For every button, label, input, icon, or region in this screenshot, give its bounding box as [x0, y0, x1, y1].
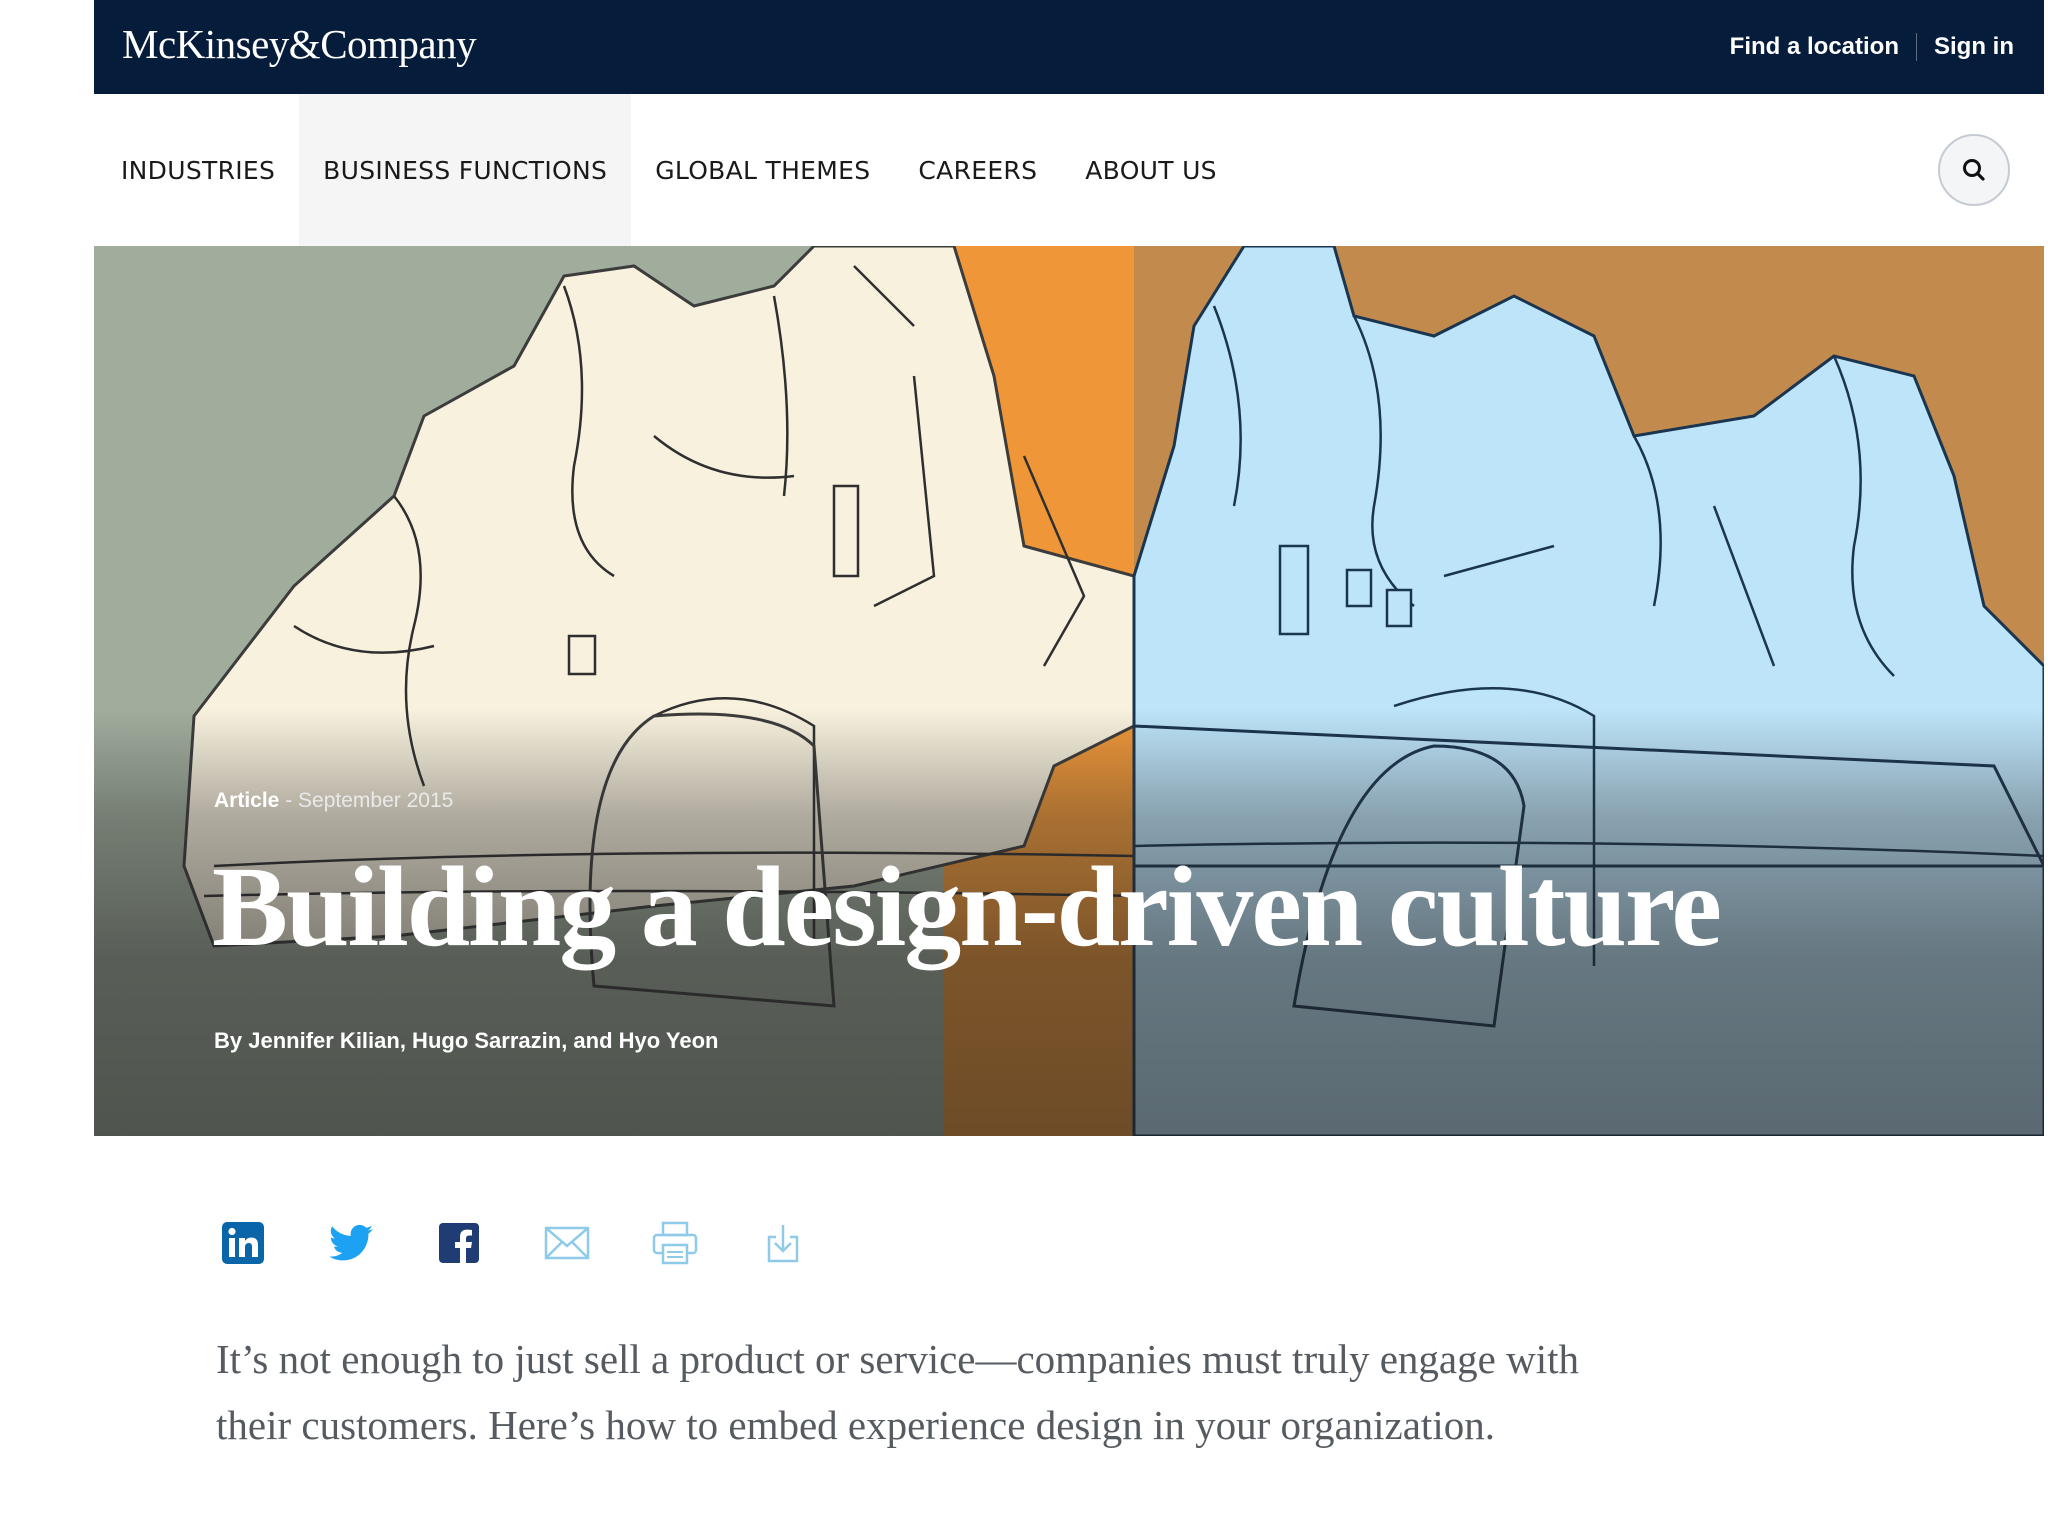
search-button[interactable] [1938, 134, 2010, 206]
linkedin-icon [222, 1222, 264, 1264]
nav-item-business-functions[interactable]: BUSINESS FUNCTIONS [299, 94, 632, 246]
top-links: Find a location Sign in [1730, 33, 2014, 61]
article-date: September 2015 [298, 789, 454, 812]
article-title: Building a design-driven culture [212, 843, 1722, 970]
hero: Article - September 2015 Building a desi… [94, 246, 2044, 1136]
facebook-share-button[interactable] [436, 1220, 482, 1266]
nav-item-global-themes[interactable]: GLOBAL THEMES [631, 94, 894, 246]
article-meta-separator: - [279, 789, 299, 812]
print-icon [652, 1221, 698, 1265]
nav-item-about-us[interactable]: ABOUT US [1061, 94, 1241, 246]
article-authors: By Jennifer Kilian, Hugo Sarrazin, and H… [214, 1028, 719, 1053]
nav-items: INDUSTRIES BUSINESS FUNCTIONS GLOBAL THE… [97, 94, 2044, 246]
top-links-divider [1916, 33, 1917, 61]
download-icon [767, 1225, 799, 1263]
nav-item-industries[interactable]: INDUSTRIES [97, 94, 299, 246]
find-location-link[interactable]: Find a location [1730, 35, 1899, 59]
hero-gradient-overlay [94, 246, 2044, 1136]
search-icon [1963, 159, 1985, 181]
page: McKinsey&Company Find a location Sign in… [94, 0, 2044, 1536]
article-summary: It’s not enough to just sell a product o… [216, 1336, 1579, 1448]
email-icon [544, 1226, 590, 1260]
main-nav: INDUSTRIES BUSINESS FUNCTIONS GLOBAL THE… [94, 94, 2044, 246]
sign-in-link[interactable]: Sign in [1934, 35, 2014, 59]
nav-item-careers[interactable]: CAREERS [894, 94, 1061, 246]
top-bar: McKinsey&Company Find a location Sign in [94, 0, 2044, 94]
share-bar [220, 1218, 868, 1268]
linkedin-share-button[interactable] [220, 1220, 266, 1266]
logo[interactable]: McKinsey&Company [122, 23, 477, 65]
article-meta: Article - September 2015 [214, 789, 453, 813]
twitter-icon [329, 1224, 373, 1261]
print-button[interactable] [652, 1220, 698, 1266]
email-share-button[interactable] [544, 1220, 590, 1266]
facebook-icon [439, 1223, 479, 1263]
twitter-share-button[interactable] [328, 1220, 374, 1266]
article-type: Article [214, 789, 280, 812]
download-button[interactable] [760, 1220, 806, 1266]
